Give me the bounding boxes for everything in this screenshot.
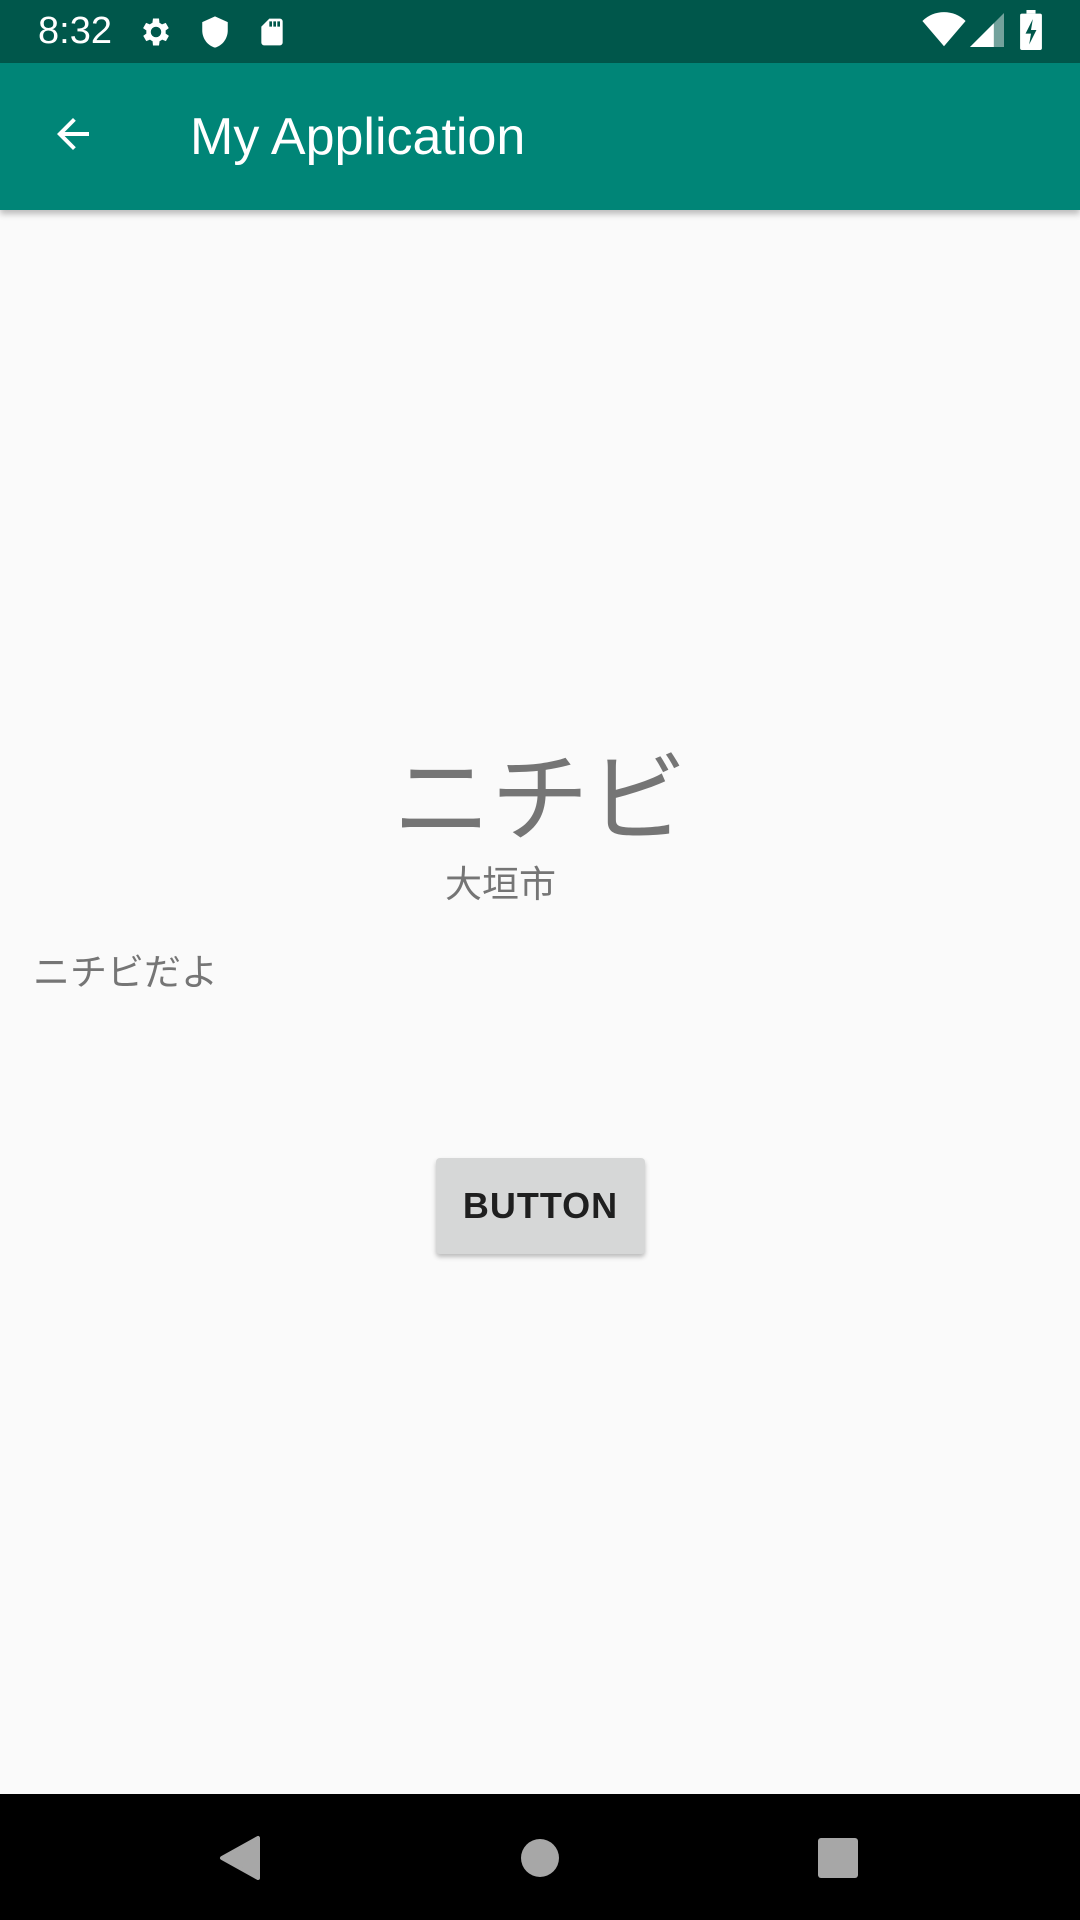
recents-square-icon	[818, 1838, 858, 1882]
gear-icon	[138, 14, 174, 54]
wifi-icon	[922, 12, 966, 52]
main-title: ニチビ	[392, 743, 687, 857]
status-bar: 8:32	[0, 0, 1080, 63]
nav-back-button[interactable]	[200, 1820, 280, 1900]
main-content: ニチビ 大垣市 ニチビだよ BUTTON	[0, 210, 1080, 1794]
back-triangle-icon	[218, 1834, 262, 1886]
battery-charging-icon	[1020, 10, 1042, 54]
status-time: 8:32	[38, 10, 112, 52]
home-circle-icon	[520, 1838, 560, 1882]
cellular-signal-icon	[970, 12, 1004, 52]
arrow-back-icon	[49, 110, 97, 162]
subtitle-text: 大垣市	[445, 863, 556, 906]
body-text: ニチビだよ	[33, 951, 218, 994]
back-button[interactable]	[28, 96, 118, 176]
main-button[interactable]: BUTTON	[436, 1158, 645, 1254]
nav-home-button[interactable]	[500, 1820, 580, 1900]
shield-icon	[198, 14, 232, 54]
sd-card-icon	[256, 14, 288, 54]
app-bar: My Application	[0, 63, 1080, 210]
app-title: My Application	[190, 108, 526, 166]
navigation-bar	[0, 1794, 1080, 1920]
nav-recents-button[interactable]	[798, 1820, 878, 1900]
